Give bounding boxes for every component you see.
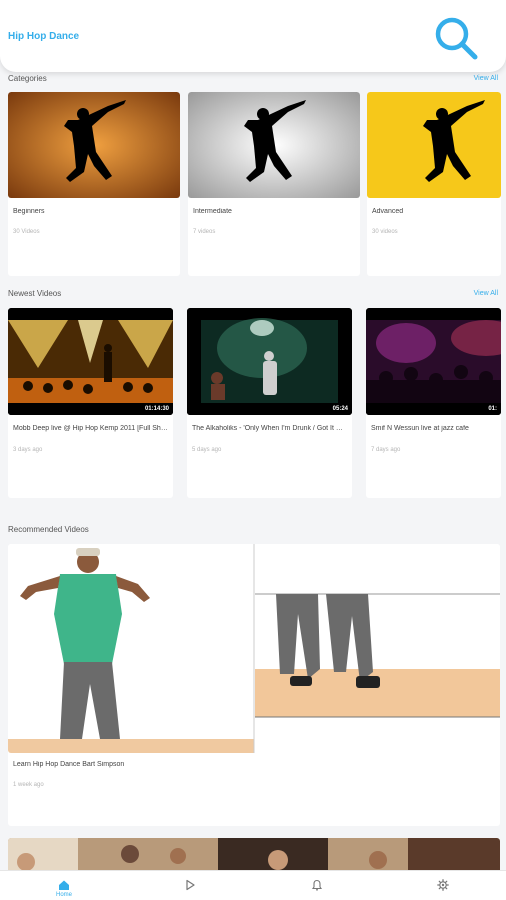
category-thumbnail xyxy=(367,92,501,198)
nav-home-label: Home xyxy=(55,892,72,898)
category-count: 30 videos xyxy=(372,229,398,235)
video-thumbnail xyxy=(8,838,500,870)
recommended-videos-title: Recommended Videos xyxy=(8,525,89,534)
nav-home[interactable]: Home xyxy=(29,871,99,900)
video-title: The Alkaholiks - 'Only When I'm Drunk / … xyxy=(192,425,347,432)
recommended-video-card[interactable]: Learn Hip Hop Dance Bart Simpson 1 week … xyxy=(8,544,500,826)
categories-title: Categories xyxy=(8,74,47,83)
category-card-advanced[interactable]: Advanced 30 videos xyxy=(367,92,501,276)
category-card-intermediate[interactable]: Intermediate 7 videos xyxy=(188,92,360,276)
video-title: Learn Hip Hop Dance Bart Simpson xyxy=(13,761,125,768)
video-duration: 01: xyxy=(488,406,497,412)
video-card[interactable]: 05:24 The Alkaholiks - 'Only When I'm Dr… xyxy=(187,308,352,498)
video-date: 7 days ago xyxy=(371,447,401,453)
category-title: Beginners xyxy=(13,208,45,215)
recommended-video-card[interactable] xyxy=(8,838,500,870)
video-date: 3 days ago xyxy=(13,447,43,453)
video-duration: 01:14:30 xyxy=(144,406,169,412)
search-icon xyxy=(435,17,478,60)
category-thumbnail xyxy=(8,92,180,198)
newest-view-all-link[interactable]: View All xyxy=(474,290,498,297)
bottom-navigation: Home xyxy=(0,870,506,900)
play-icon xyxy=(186,879,195,891)
nav-settings[interactable] xyxy=(408,871,478,900)
video-title: Mobb Deep live @ Hip Hop Kemp 2011 [Full… xyxy=(13,425,168,432)
app-bar: Hip Hop Dance xyxy=(0,0,506,72)
search-button[interactable] xyxy=(432,14,480,62)
newest-videos-title: Newest Videos xyxy=(8,289,62,298)
category-thumbnail xyxy=(188,92,360,198)
video-thumbnail: 05:24 xyxy=(187,308,352,415)
video-thumbnail: 01: xyxy=(366,308,501,415)
main-scroll[interactable]: Categories View All Beginners 30 Videos xyxy=(0,0,506,870)
home-icon xyxy=(59,880,69,890)
app-title: Hip Hop Dance xyxy=(8,31,80,42)
category-title: Advanced xyxy=(372,208,404,215)
video-duration: 05:24 xyxy=(332,406,348,412)
video-date: 5 days ago xyxy=(192,447,222,453)
video-thumbnail xyxy=(8,544,500,753)
category-count: 30 Videos xyxy=(13,229,40,235)
nav-notifications[interactable] xyxy=(282,871,352,900)
video-date: 1 week ago xyxy=(13,782,44,788)
video-card[interactable]: 01:14:30 Mobb Deep live @ Hip Hop Kemp 2… xyxy=(8,308,173,498)
video-card[interactable]: 01: Smif N Wessun live at jazz cafe 7 da… xyxy=(366,308,501,498)
bell-icon xyxy=(311,879,323,891)
category-card-beginners[interactable]: Beginners 30 Videos xyxy=(8,92,180,276)
video-title: Smif N Wessun live at jazz cafe xyxy=(371,425,469,432)
categories-view-all-link[interactable]: View All xyxy=(474,75,498,82)
gear-icon xyxy=(437,879,449,891)
category-title: Intermediate xyxy=(193,208,232,215)
category-count: 7 videos xyxy=(193,229,216,235)
nav-videos[interactable] xyxy=(155,871,225,900)
video-thumbnail: 01:14:30 xyxy=(8,308,173,415)
